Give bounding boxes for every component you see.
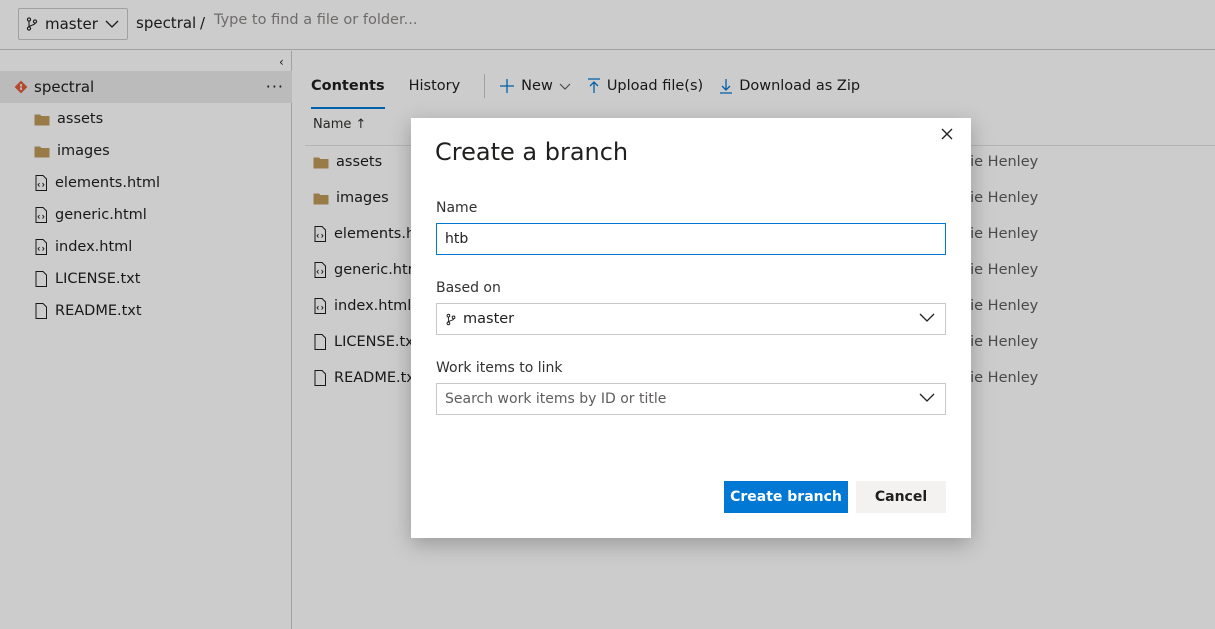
branch-icon <box>446 313 456 325</box>
based-on-label: Based on <box>436 280 501 296</box>
cancel-button[interactable]: Cancel <box>856 481 946 513</box>
based-on-dropdown[interactable]: master <box>436 303 946 335</box>
work-items-label: Work items to link <box>436 360 563 376</box>
name-field-label: Name <box>436 200 478 216</box>
create-branch-dialog: Create a branch Name Based on master Wor… <box>411 118 971 538</box>
branch-name-input[interactable] <box>436 223 946 255</box>
close-button[interactable] <box>938 125 956 143</box>
work-items-dropdown[interactable]: Search work items by ID or title <box>436 383 946 415</box>
close-icon <box>941 128 953 140</box>
chevron-down-icon <box>919 313 935 322</box>
based-on-value: master <box>463 311 515 327</box>
work-items-placeholder: Search work items by ID or title <box>445 391 667 407</box>
create-branch-button[interactable]: Create branch <box>724 481 848 513</box>
chevron-down-icon <box>919 393 935 402</box>
dialog-title: Create a branch <box>435 138 629 166</box>
